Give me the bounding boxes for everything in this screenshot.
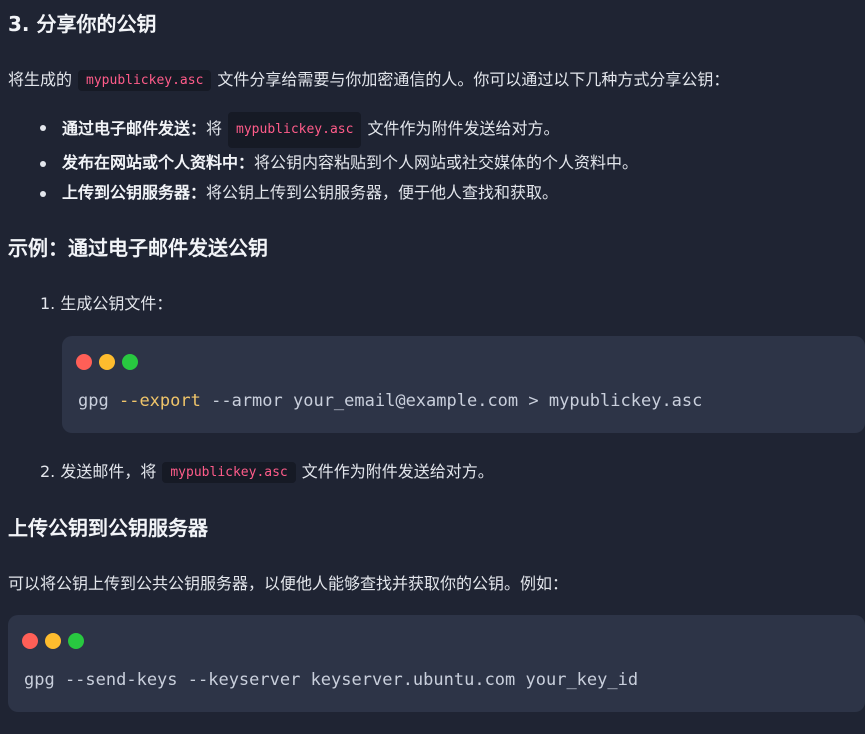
code-block-export: gpg --export --armor your_email@example.… bbox=[62, 336, 865, 433]
code-cmd: gpg bbox=[78, 391, 109, 411]
bullet-title: 通过电子邮件发送： bbox=[62, 119, 207, 138]
red-dot-icon bbox=[22, 633, 38, 649]
inline-code-filename: mypublickey.asc bbox=[228, 112, 362, 148]
share-methods-list: 通过电子邮件发送：将 mypublickey.asc 文件作为附件发送给对方。 发布… bbox=[39, 112, 639, 208]
step-1-label: 1. 生成公钥文件： bbox=[40, 294, 173, 313]
code-line-send-keys[interactable]: gpg --send-keys --keyserver keyserver.ub… bbox=[24, 670, 638, 690]
section-heading-share-key: 3. 分享你的公钥 bbox=[8, 12, 157, 36]
intro-paragraph: 将生成的 mypublickey.asc 文件分享给需要与你加密通信的人。你可以通过… bbox=[8, 66, 729, 91]
bullet-text: 将公钥上传到公钥服务器，便于他人查找和获取。 bbox=[206, 183, 559, 202]
bullet-title: 上传到公钥服务器： bbox=[62, 183, 207, 202]
intro-text-after: 文件分享给需要与你加密通信的人。你可以通过以下几种方式分享公钥： bbox=[217, 70, 730, 89]
step-2-label: 2. 发送邮件，将 mypublickey.asc 文件作为附件发送给对方。 bbox=[40, 458, 494, 483]
intro-text-before: 将生成的 bbox=[8, 70, 73, 89]
list-item: 上传到公钥服务器：将公钥上传到公钥服务器，便于他人查找和获取。 bbox=[39, 178, 638, 208]
red-dot-icon bbox=[76, 354, 92, 370]
green-dot-icon bbox=[122, 354, 138, 370]
code-keyword: --export bbox=[118, 391, 201, 411]
list-item: 通过电子邮件发送：将 mypublickey.asc 文件作为附件发送给对方。 bbox=[39, 112, 638, 148]
section-heading-upload: 上传公钥到公钥服务器 bbox=[8, 516, 208, 540]
bullet-text: 将公钥内容粘贴到个人网站或社交媒体的个人资料中。 bbox=[254, 153, 639, 172]
code-block-send-keys: gpg --send-keys --keyserver keyserver.ub… bbox=[8, 615, 865, 712]
code-args: --armor your_email@example.com > mypubli… bbox=[211, 391, 703, 411]
section-heading-example: 示例：通过电子邮件发送公钥 bbox=[8, 236, 268, 260]
bullet-title: 发布在网站或个人资料中： bbox=[62, 153, 255, 172]
code-line-export[interactable]: gpg --export --armor your_email@example.… bbox=[78, 391, 702, 411]
window-dots bbox=[76, 354, 138, 370]
inline-code-filename: mypublickey.asc bbox=[162, 462, 296, 483]
step-2-text-before: 2. 发送邮件，将 bbox=[40, 462, 157, 481]
step-2-text-after: 文件作为附件发送给对方。 bbox=[301, 462, 494, 481]
inline-code-filename: mypublickey.asc bbox=[78, 70, 212, 91]
yellow-dot-icon bbox=[45, 633, 61, 649]
upload-paragraph: 可以将公钥上传到公共公钥服务器，以便他人能够查找并获取你的公钥。例如： bbox=[8, 574, 569, 593]
yellow-dot-icon bbox=[99, 354, 115, 370]
window-dots bbox=[22, 633, 84, 649]
bullet-text-before: 将 bbox=[206, 119, 223, 138]
bullet-text-after: 文件作为附件发送给对方。 bbox=[367, 119, 560, 138]
list-item: 发布在网站或个人资料中：将公钥内容粘贴到个人网站或社交媒体的个人资料中。 bbox=[39, 148, 639, 178]
green-dot-icon bbox=[68, 633, 84, 649]
